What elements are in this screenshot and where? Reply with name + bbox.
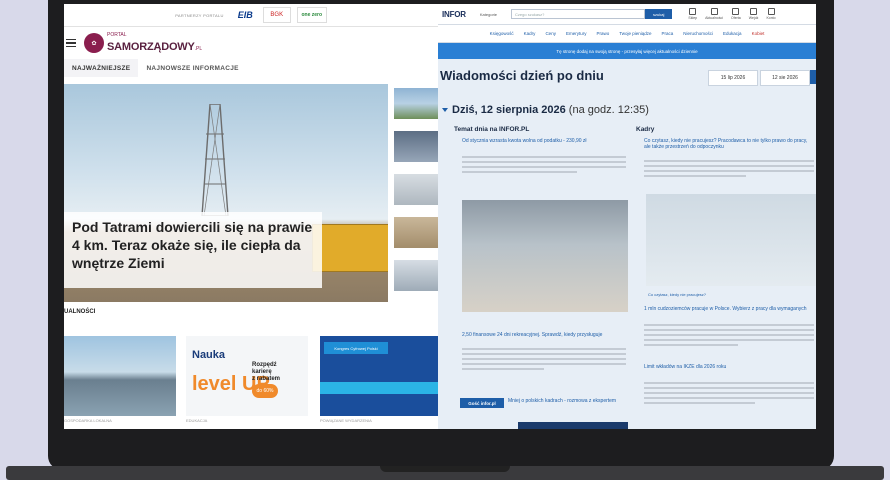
nav-item[interactable]: Twoje pieniądze — [619, 31, 651, 36]
topic-of-day-heading: Temat dnia na INFOR.PL — [454, 126, 530, 133]
bgk-logo[interactable]: BGK — [262, 7, 291, 23]
date-go-button[interactable] — [810, 70, 816, 84]
chevron-down-icon[interactable] — [442, 108, 448, 113]
news-cards: GOSPODARKA LOKALNA Nauka level UP Rozpęd… — [64, 326, 438, 429]
article-excerpt — [644, 382, 814, 407]
user-icon[interactable]: Konto — [766, 8, 776, 20]
nav-item[interactable]: Nieruchomości — [683, 31, 713, 36]
article-link[interactable]: Co czytasz, kiedy nie pracujesz? Pracoda… — [644, 138, 814, 150]
categories-button[interactable]: Kategorie — [480, 12, 497, 17]
date-to-field[interactable]: 12 sie 2026 — [760, 70, 810, 86]
header-icons: Sklep Aktualności Oferta Wejdź Konto — [688, 8, 776, 20]
hero-article[interactable]: Pod Tatrami dowiercili się na prawie 4 k… — [64, 84, 388, 302]
book-icon[interactable]: Wejdź — [749, 8, 758, 20]
portal-logo-icon[interactable]: ✿ — [84, 33, 104, 53]
ad-badge-text: Rozpędź karierę z rabatem — [252, 362, 281, 382]
nav-item[interactable]: Kobiet — [752, 31, 765, 36]
kadry-heading: Kadry — [636, 126, 655, 133]
infor-topbar: INFOR Kategorie Czego szukasz? szukaj Sk… — [438, 4, 816, 25]
page-title: Wiadomości dzień po dniu — [440, 68, 604, 83]
tab-najwazniejsze[interactable]: NAJWAŻNIEJSZE — [64, 59, 139, 77]
offer-icon[interactable]: Oferta — [731, 8, 741, 20]
article-image[interactable] — [462, 200, 628, 312]
news-card[interactable] — [64, 336, 176, 416]
search-input[interactable]: Czego szukasz? — [511, 9, 646, 19]
video-bar[interactable] — [518, 422, 628, 429]
article-excerpt — [462, 156, 626, 176]
nav-item[interactable]: Prawo — [596, 31, 609, 36]
section-label: UALNOŚCI — [64, 309, 96, 315]
laptop-notch — [380, 466, 510, 472]
brand-name: SAMORZĄDOWY — [107, 40, 195, 53]
article-link[interactable]: 2,50 finansowe 24 dni rekreacyjnej. Spra… — [462, 332, 624, 338]
thumbnail[interactable] — [394, 174, 438, 205]
news-icon[interactable]: Aktualności — [705, 8, 723, 20]
nav-item[interactable]: Edukacja — [723, 31, 742, 36]
guest-label[interactable]: Gość infor.pl — [460, 398, 504, 408]
nav-item[interactable]: Ceny — [545, 31, 556, 36]
generator-truck-image — [312, 224, 388, 272]
site-header: ✿ PORTAL SAMORZĄDOWY.PL — [64, 27, 438, 59]
ad-title: Nauka — [192, 349, 226, 361]
card-tag: POWIĄZANE WYDARZENIA — [320, 418, 372, 423]
thumbnail[interactable] — [394, 131, 438, 162]
card-tag: GOSPODARKA LOKALNA — [64, 418, 112, 423]
today-heading: Dziś, 12 sierpnia 2026 (na godz. 12:35) — [442, 104, 649, 116]
news-card-ad[interactable]: Nauka level UP Rozpędź karierę z rabatem… — [186, 336, 308, 416]
onezero-logo[interactable]: one zero — [296, 7, 327, 23]
brand-wordmark[interactable]: PORTAL SAMORZĄDOWY.PL — [107, 32, 203, 54]
info-banner[interactable]: Tę stronę dodaj na swoją stronę - przesy… — [438, 43, 816, 59]
image-caption[interactable]: Co czytasz, kiedy nie pracujesz? — [648, 292, 814, 298]
menu-icon[interactable] — [66, 37, 76, 50]
tab-najnowsze[interactable]: NAJNOWSZE INFORMACJE — [138, 59, 246, 77]
article-link[interactable]: Od stycznia wzrasta kwota wolna od podat… — [462, 138, 624, 144]
article-link[interactable]: 1 mln cudzoziemców pracuje w Polsce. Wyb… — [644, 306, 814, 312]
thumbnail[interactable] — [394, 260, 438, 291]
date-from-field[interactable]: 15 lip 2026 — [708, 70, 758, 86]
partners-strip: PARTNERZY PORTALU EIB BGK one zero — [64, 4, 438, 27]
article-excerpt — [644, 324, 814, 349]
guest-article-link[interactable]: Mniej o polskich kadrach - rozmowa z eks… — [508, 398, 628, 404]
article-link[interactable]: Limit wkładów na IKZE dla 2026 roku — [644, 364, 814, 370]
drilling-rig-image — [201, 104, 229, 216]
nav-item[interactable]: Księgowość — [490, 31, 514, 36]
eib-logo[interactable]: EIB — [233, 9, 257, 21]
today-note: (na godz. 12:35) — [568, 104, 649, 116]
ad-discount-badge: do 60% — [252, 384, 278, 398]
nav-item[interactable]: Praca — [662, 31, 674, 36]
article-excerpt — [644, 160, 814, 180]
shop-icon[interactable]: Sklep — [688, 8, 697, 20]
infor-pane: INFOR Kategorie Czego szukasz? szukaj Sk… — [438, 4, 816, 429]
event-band: Kongres Cyfrowej Polski — [324, 342, 388, 354]
article-image[interactable] — [646, 194, 816, 286]
news-card[interactable]: Kongres Cyfrowej Polski — [320, 336, 438, 416]
thumbnail[interactable] — [394, 217, 438, 248]
search-button[interactable]: szukaj — [645, 9, 673, 19]
thumbnail[interactable] — [394, 88, 438, 119]
infor-nav: Księgowość Kadry Ceny Emerytury Prawo Tw… — [438, 25, 816, 43]
infor-logo[interactable]: INFOR — [442, 10, 466, 19]
portal-samorzadowy-pane: PARTNERZY PORTALU EIB BGK one zero ✿ POR… — [64, 4, 438, 429]
card-tag: EDUKACJA — [186, 418, 208, 423]
hero-headline[interactable]: Pod Tatrami dowiercili się na prawie 4 k… — [64, 212, 322, 288]
side-thumbnails — [394, 88, 438, 303]
nav-item[interactable]: Emerytury — [566, 31, 587, 36]
nav-item[interactable]: Kadry — [524, 31, 536, 36]
laptop-screen: PARTNERZY PORTALU EIB BGK one zero ✿ POR… — [64, 4, 816, 429]
event-strip — [320, 382, 438, 394]
news-tabs: NAJWAŻNIEJSZE NAJNOWSZE INFORMACJE — [64, 59, 438, 77]
partners-label: PARTNERZY PORTALU — [175, 12, 224, 18]
brand-suffix: .PL — [194, 45, 203, 52]
article-excerpt — [462, 348, 626, 373]
